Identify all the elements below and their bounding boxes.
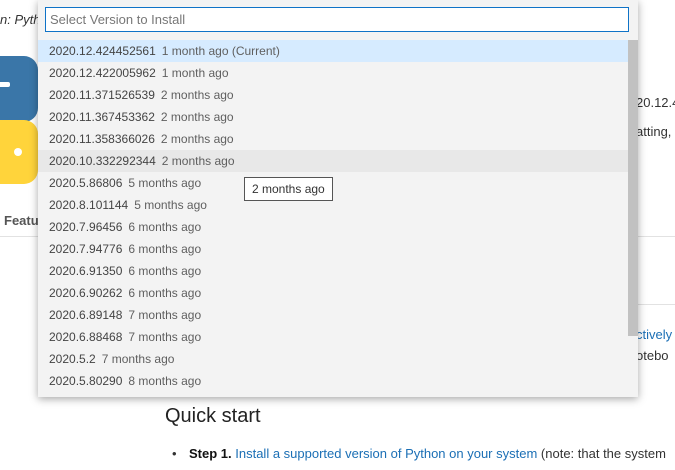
- version-number: 2020.5.80290: [49, 374, 123, 388]
- version-age: 6 months ago: [128, 286, 202, 300]
- version-option[interactable]: 2020.11.358366026 2 months ago: [38, 128, 628, 150]
- version-option[interactable]: 2020.12.422005962 1 month ago: [38, 62, 628, 84]
- step-label: Step 1.: [189, 446, 232, 461]
- version-option[interactable]: 2020.6.88468 7 months ago: [38, 326, 628, 348]
- version-age: 6 months ago: [128, 264, 202, 278]
- version-age: 1 month ago (Current): [161, 44, 280, 58]
- version-number: 2020.7.94776: [49, 242, 123, 256]
- description-text: atting,: [636, 124, 672, 139]
- version-option[interactable]: 2020.11.367453362 2 months ago: [38, 106, 628, 128]
- version-number: 2020.10.332292344: [49, 154, 156, 168]
- version-age: 2 months ago: [160, 132, 234, 146]
- version-list: 2020.12.424452561 1 month ago (Current) 2…: [38, 40, 628, 392]
- version-number: 2020.8.101144: [49, 198, 129, 212]
- version-age: 7 months ago: [128, 330, 202, 344]
- version-option[interactable]: 2020.8.101144 5 months ago: [38, 194, 628, 216]
- version-age: 6 months ago: [128, 220, 202, 234]
- list-scrollbar-thumb[interactable]: [628, 40, 638, 336]
- version-age: 7 months ago: [101, 352, 175, 366]
- version-option[interactable]: 2020.12.424452561 1 month ago (Current): [38, 40, 628, 62]
- version-option[interactable]: 2020.6.89148 7 months ago: [38, 304, 628, 326]
- version-age: 5 months ago: [134, 198, 207, 212]
- version-number: 2020.12.422005962: [49, 66, 156, 80]
- version-number: 2020.12.424452561: [49, 44, 156, 58]
- bullet-icon: •: [172, 446, 177, 461]
- version-age: 5 months ago: [128, 176, 202, 190]
- step-1-item: • Step 1. Install a supported version of…: [172, 446, 666, 461]
- divider: [637, 304, 675, 305]
- version-age: 2 months ago: [160, 88, 234, 102]
- version-number: 2020.5.86806: [49, 176, 123, 190]
- version-option[interactable]: 2020.5.2 7 months ago: [38, 348, 628, 370]
- version-quick-pick: 2020.12.424452561 1 month ago (Current) 2…: [38, 0, 638, 397]
- version-age: 7 months ago: [128, 308, 202, 322]
- version-age: 2 months ago: [161, 154, 235, 168]
- version-option[interactable]: 2020.11.371526539 2 months ago: [38, 84, 628, 106]
- quick-start-heading: Quick start: [165, 405, 261, 427]
- version-number: 2020.6.91350: [49, 264, 123, 278]
- version-option[interactable]: 2020.6.90262 6 months ago: [38, 282, 628, 304]
- version-option[interactable]: 2020.7.94776 6 months ago: [38, 238, 628, 260]
- version-age: 1 month ago: [161, 66, 229, 80]
- editor-tab-title[interactable]: n: Pyth: [0, 12, 40, 27]
- version-age: 6 months ago: [128, 242, 202, 256]
- version-option[interactable]: 2020.7.96456 6 months ago: [38, 216, 628, 238]
- version-number: 2020.7.96456: [49, 220, 123, 234]
- version-number: 2020.11.358366026: [49, 132, 155, 146]
- version-number: 2020.6.89148: [49, 308, 123, 322]
- version-age: 8 months ago: [128, 374, 202, 388]
- version-option[interactable]: 2020.5.86806 5 months ago: [38, 172, 628, 194]
- hover-tooltip: 2 months ago: [244, 177, 333, 201]
- version-age: 2 months ago: [160, 110, 234, 124]
- extension-version-text: 20.12.4: [636, 95, 675, 110]
- version-number: 2020.11.371526539: [49, 88, 155, 102]
- version-option[interactable]: 2020.6.91350 6 months ago: [38, 260, 628, 282]
- readme-link[interactable]: ctively: [636, 327, 672, 342]
- version-number: 2020.6.88468: [49, 330, 123, 344]
- version-number: 2020.6.90262: [49, 286, 123, 300]
- version-search-input[interactable]: [45, 7, 629, 32]
- tab-features[interactable]: Featu: [4, 213, 39, 228]
- readme-text: otebo: [636, 348, 669, 363]
- version-option[interactable]: 2020.5.80290 8 months ago: [38, 370, 628, 392]
- install-python-link[interactable]: Install a supported version of Python on…: [235, 446, 537, 461]
- python-logo: [0, 56, 38, 184]
- version-option[interactable]: 2020.10.332292344 2 months ago: [38, 150, 628, 172]
- version-number: 2020.5.2: [49, 352, 96, 366]
- step-note: (note: that the system: [540, 446, 666, 461]
- version-number: 2020.11.367453362: [49, 110, 155, 124]
